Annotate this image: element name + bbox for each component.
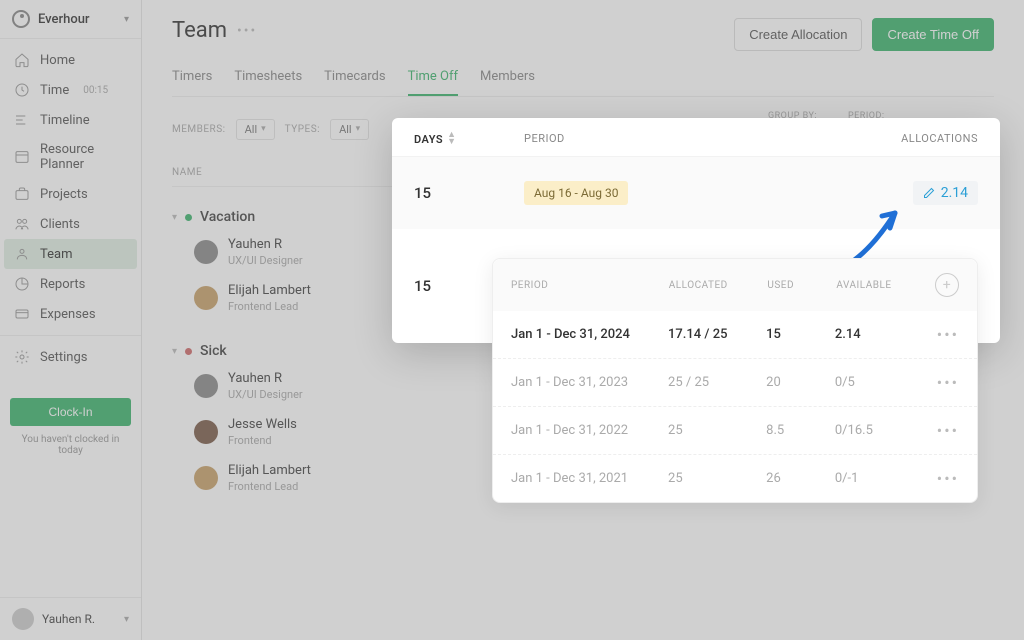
date-range-chip[interactable]: Aug 16 - Aug 30 [524, 181, 628, 205]
column-days[interactable]: DAYS ▲▼ [414, 132, 524, 146]
cell-available: 0/16.5 [835, 423, 933, 438]
column-allocations: ALLOCATIONS [901, 132, 978, 146]
cell-period: Jan 1 - Dec 31, 2024 [511, 327, 668, 342]
allocation-history-row: Jan 1 - Dec 31, 202325 / 25200/5••• [493, 358, 977, 406]
timeoff-detail-panel: DAYS ▲▼ PERIOD ALLOCATIONS 15 Aug 16 - A… [392, 118, 1000, 343]
cell-days: 15 [414, 184, 524, 202]
cell-period: Jan 1 - Dec 31, 2023 [511, 375, 668, 390]
cell-available: 0/5 [835, 375, 933, 390]
cell-available: 0/-1 [835, 471, 933, 486]
inner-column-allocated: ALLOCATED [669, 280, 768, 291]
cell-allocated: 25 [668, 423, 766, 438]
cell-allocated: 25 / 25 [668, 375, 766, 390]
row-more-menu[interactable]: ••• [933, 469, 959, 488]
allocation-history-row: Jan 1 - Dec 31, 202417.14 / 25152.14••• [493, 311, 977, 358]
cell-used: 20 [766, 375, 835, 390]
sort-icon: ▲▼ [447, 132, 456, 146]
pencil-icon [923, 187, 935, 199]
row-more-menu[interactable]: ••• [933, 325, 959, 344]
allocation-history-row: Jan 1 - Dec 31, 202125260/-1••• [493, 454, 977, 502]
inner-column-used: USED [767, 280, 836, 291]
cell-used: 15 [766, 327, 835, 342]
cell-available: 2.14 [835, 327, 933, 342]
cell-allocated: 25 [668, 471, 766, 486]
cell-period: Jan 1 - Dec 31, 2021 [511, 471, 668, 486]
allocation-history-card: PERIOD ALLOCATED USED AVAILABLE + Jan 1 … [492, 258, 978, 503]
add-period-button[interactable]: + [935, 273, 959, 297]
inner-column-period: PERIOD [511, 280, 669, 291]
column-period: PERIOD [524, 132, 901, 146]
allocation-history-row: Jan 1 - Dec 31, 2022258.50/16.5••• [493, 406, 977, 454]
inner-column-available: AVAILABLE [836, 280, 935, 291]
row-more-menu[interactable]: ••• [933, 373, 959, 392]
cell-period: Jan 1 - Dec 31, 2022 [511, 423, 668, 438]
cell-used: 8.5 [766, 423, 835, 438]
allocation-edit-button[interactable]: 2.14 [913, 181, 978, 205]
cell-used: 26 [766, 471, 835, 486]
row-more-menu[interactable]: ••• [933, 421, 959, 440]
cell-allocated: 17.14 / 25 [668, 327, 766, 342]
timeoff-row-highlighted: 15 Aug 16 - Aug 30 2.14 [392, 156, 1000, 229]
